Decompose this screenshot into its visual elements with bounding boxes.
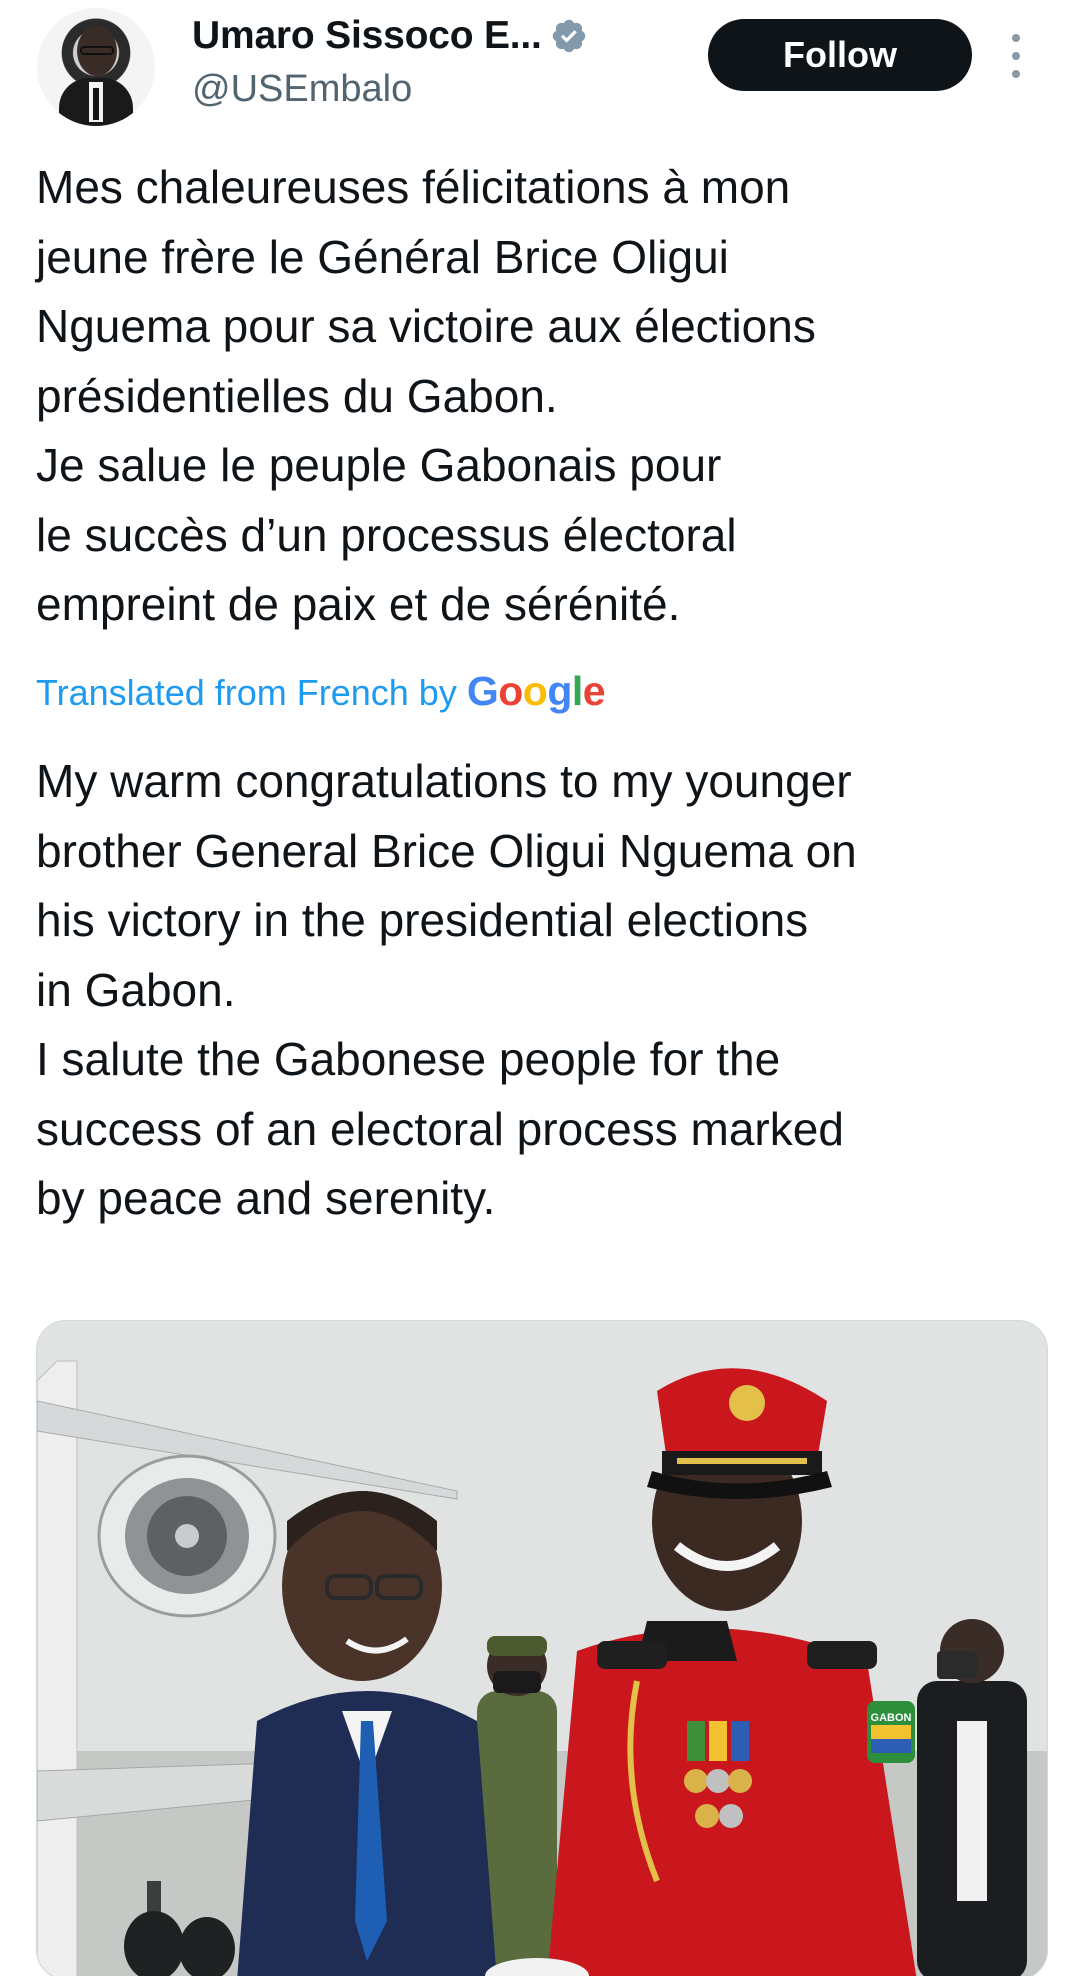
verified-badge-icon — [552, 19, 585, 53]
tweet-line: Je salue le peuple Gabonais pour — [36, 439, 722, 491]
tweet-line: jeune frère le Général Brice Oligui — [36, 230, 729, 283]
author-handle[interactable]: @USEmbalo — [192, 68, 412, 111]
translation-label[interactable]: Translated from French by — [36, 672, 457, 714]
author-name-row[interactable]: Umaro Sissoco E... — [192, 14, 588, 58]
author-name[interactable]: Umaro Sissoco E... — [192, 14, 542, 58]
tweet-line: Mes chaleureuses félicitations à mon — [36, 161, 791, 213]
more-dot — [1012, 70, 1020, 78]
avatar-tie — [93, 88, 99, 120]
photo-scene: GABON — [37, 1321, 1047, 1976]
avatar[interactable] — [37, 8, 155, 126]
tweet-header: Umaro Sissoco E... @USEmbalo Follow — [0, 0, 1080, 135]
tweet-line: présidentielles du Gabon. — [36, 369, 558, 422]
more-dot — [1012, 52, 1020, 60]
more-dot — [1012, 34, 1020, 42]
follow-button[interactable]: Follow — [708, 19, 972, 91]
more-vertical-icon[interactable] — [1004, 34, 1028, 78]
tweet-line: by peace and serenity. — [36, 1172, 496, 1224]
tweet-line: brother General Brice Oligui Nguema on — [36, 824, 857, 877]
tweet-original-text: Mes chaleureuses félicitations à mon jeu… — [36, 153, 1046, 640]
tweet-photo[interactable]: GABON — [36, 1320, 1048, 1976]
tweet-translated-text: My warm congratulations to my younger br… — [36, 747, 1046, 1234]
avatar-glasses — [80, 46, 114, 55]
tweet-line: Nguema pour sa victoire aux élections — [36, 300, 816, 352]
tweet-line: success of an electoral process marked — [36, 1102, 844, 1155]
tweet-line: his victory in the presidential election… — [36, 894, 809, 946]
tweet-line: empreint de paix et de sérénité. — [36, 578, 681, 630]
tweet-line: I salute the Gabonese people for the — [36, 1033, 781, 1085]
badge-text: GABON — [871, 1712, 912, 1724]
tweet-line: My warm congratulations to my younger — [36, 755, 852, 807]
tweet-line: in Gabon. — [36, 963, 236, 1016]
tweet-line: le succès d’un processus électoral — [36, 508, 737, 561]
google-logo: Google — [466, 668, 606, 714]
translation-attribution[interactable]: Translated from French by Google — [36, 668, 606, 715]
